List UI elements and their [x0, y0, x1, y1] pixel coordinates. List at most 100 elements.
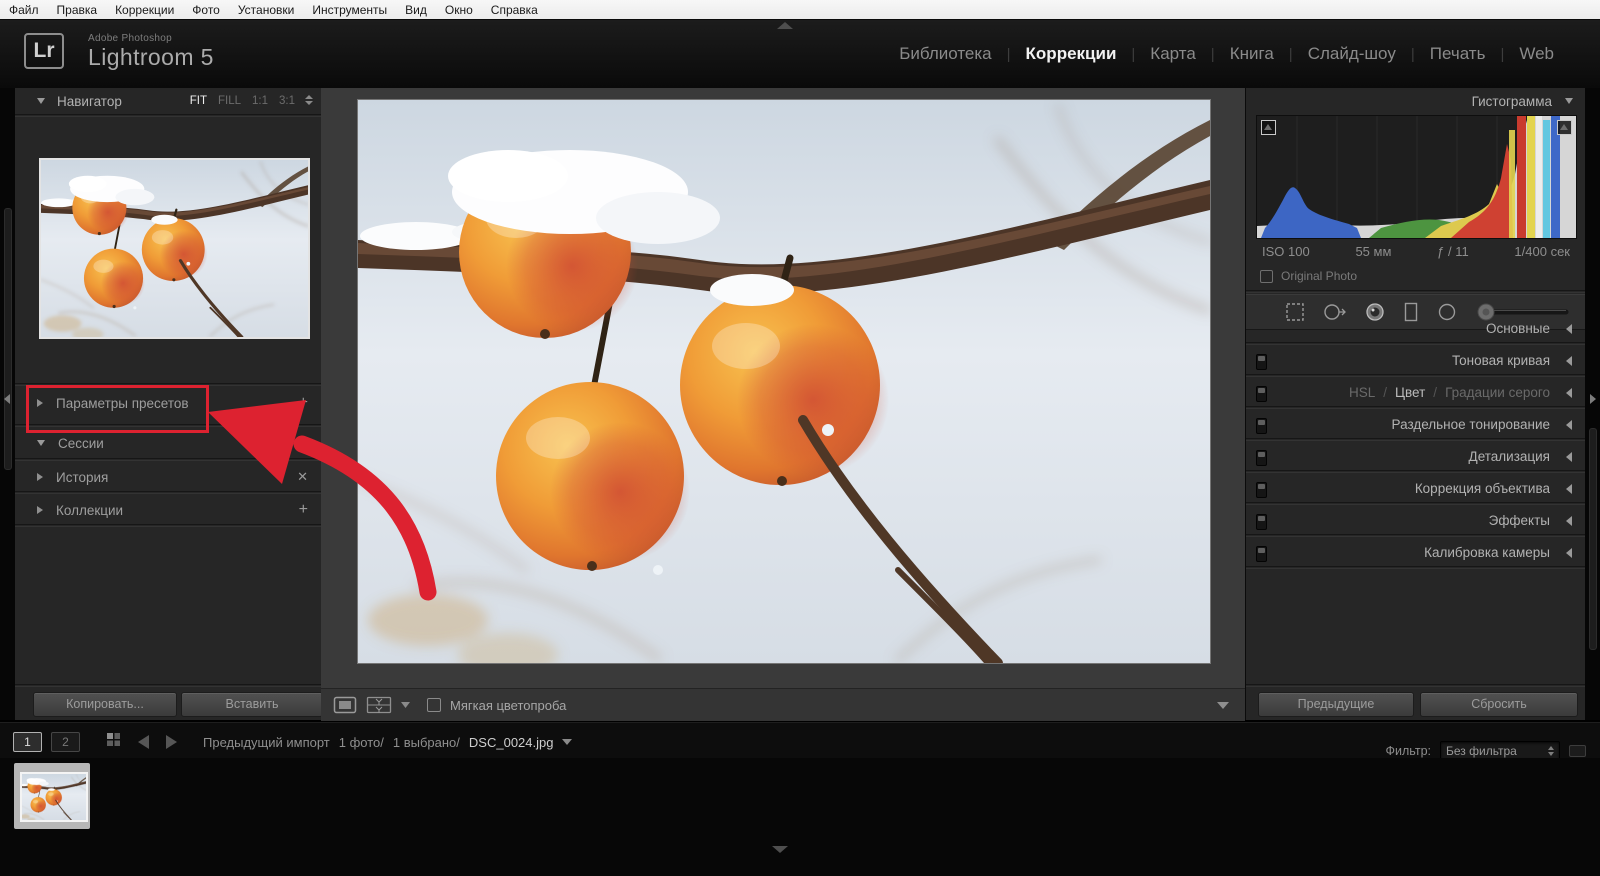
menu-tools[interactable]: Инструменты	[303, 3, 396, 17]
panel-section-snapshots[interactable]: Сессии +	[15, 429, 321, 457]
panel-section-detail[interactable]: Детализация	[1246, 443, 1586, 471]
module-separator: |	[1007, 46, 1011, 63]
top-panel-collapse-icon[interactable]	[777, 22, 793, 29]
source-dropdown-icon[interactable]	[562, 739, 572, 745]
panel-section-collections[interactable]: Коллекции +	[15, 496, 321, 524]
exif-info: ISO 100 55 мм ƒ / 11 1/400 сек	[1246, 244, 1586, 259]
zoom-mode-1-1[interactable]: 1:1	[252, 95, 268, 107]
zoom-mode-stepper-icon[interactable]	[305, 95, 313, 105]
section-label: Сессии	[58, 436, 104, 451]
bottom-panel-collapse-icon[interactable]	[772, 846, 788, 853]
color-tab[interactable]: Цвет	[1395, 379, 1425, 407]
panel-section-hsl[interactable]: HSL / Цвет / Градации серого	[1246, 379, 1586, 407]
original-photo-checkbox[interactable]	[1260, 270, 1273, 283]
panel-section-split-toning[interactable]: Раздельное тонирование	[1246, 411, 1586, 439]
main-area: Навигатор FIT FILL 1:1 3:1 Параметры пре…	[0, 88, 1600, 720]
panel-section-history[interactable]: История ✕	[15, 463, 321, 491]
photo-image	[358, 100, 1210, 663]
menu-file[interactable]: Файл	[0, 3, 48, 17]
panel-toggle-switch[interactable]	[1256, 354, 1267, 370]
module-develop[interactable]: Коррекции	[1026, 44, 1117, 64]
module-library[interactable]: Библиотека	[899, 44, 991, 64]
menu-window[interactable]: Окно	[436, 3, 482, 17]
panel-section-camera-calibration[interactable]: Калибровка камеры	[1246, 539, 1586, 567]
module-web[interactable]: Web	[1519, 44, 1554, 64]
menu-develop[interactable]: Коррекции	[106, 3, 183, 17]
source-label: Предыдущий импорт	[203, 735, 330, 750]
main-photo[interactable]	[358, 100, 1210, 663]
second-window-button[interactable]: 2	[51, 732, 80, 752]
lr-logo-icon: Lr	[24, 33, 64, 69]
add-preset-button[interactable]: +	[299, 394, 308, 412]
zoom-mode-3-1[interactable]: 3:1	[279, 95, 295, 107]
loupe-view-icon[interactable]	[333, 696, 357, 714]
copy-button[interactable]: Копировать...	[33, 692, 177, 717]
chevron-left-icon	[1566, 484, 1572, 494]
shutter-value: 1/400 сек	[1514, 244, 1570, 259]
module-separator: |	[1289, 46, 1293, 63]
left-scrollbar[interactable]	[4, 208, 12, 470]
filmstrip-thumbnail[interactable]	[14, 763, 90, 829]
menu-edit[interactable]: Правка	[48, 3, 107, 17]
annotation-highlight-box	[26, 385, 209, 433]
panel-toggle-switch[interactable]	[1256, 418, 1267, 434]
right-panel-collapse-strip[interactable]	[1585, 88, 1600, 720]
collapse-left-icon	[4, 394, 10, 404]
next-photo-icon[interactable]	[166, 735, 177, 749]
chevron-left-icon	[1566, 516, 1572, 526]
divider	[15, 524, 321, 527]
navigator-preview[interactable]	[39, 158, 310, 339]
menu-settings[interactable]: Установки	[229, 3, 303, 17]
add-snapshot-button[interactable]: +	[299, 434, 308, 452]
highlight-clipping-indicator[interactable]	[1557, 120, 1572, 135]
menu-view[interactable]: Вид	[396, 3, 436, 17]
panel-toggle-switch[interactable]	[1256, 450, 1267, 466]
panel-section-basic[interactable]: Основные	[1246, 315, 1586, 343]
module-book[interactable]: Книга	[1230, 44, 1274, 64]
chevron-left-icon	[1566, 548, 1572, 558]
content-area: Мягкая цветопроба	[321, 88, 1245, 720]
section-label: Калибровка камеры	[1424, 539, 1550, 567]
zoom-mode-fill[interactable]: FILL	[218, 95, 241, 107]
panel-toggle-switch[interactable]	[1256, 546, 1267, 562]
panel-section-effects[interactable]: Эффекты	[1246, 507, 1586, 535]
previous-photo-icon[interactable]	[138, 735, 149, 749]
shadow-clipping-indicator[interactable]	[1261, 120, 1276, 135]
filmstrip-breadcrumb[interactable]: Предыдущий импорт 1 фото/ 1 выбрано/ DSC…	[203, 735, 572, 750]
filmstrip-filter-toggle-icon[interactable]	[1569, 745, 1586, 757]
module-map[interactable]: Карта	[1150, 44, 1196, 64]
panel-toggle-switch[interactable]	[1256, 482, 1267, 498]
section-label: Коррекция объектива	[1415, 475, 1550, 503]
reset-button[interactable]: Сбросить	[1420, 692, 1578, 717]
before-after-view-icon[interactable]	[366, 696, 392, 714]
previous-button[interactable]: Предыдущие	[1258, 692, 1414, 717]
panel-toggle-switch[interactable]	[1256, 386, 1267, 402]
view-mode-dropdown-icon[interactable]	[401, 702, 410, 709]
module-print[interactable]: Печать	[1430, 44, 1486, 64]
left-panel-collapse-strip[interactable]	[0, 88, 15, 720]
panel-toggle-switch[interactable]	[1256, 514, 1267, 530]
main-window-button[interactable]: 1	[13, 732, 42, 752]
dropdown-stepper-icon	[1548, 746, 1554, 756]
lightroom-window: Файл Правка Коррекции Фото Установки Инс…	[0, 0, 1600, 876]
panel-section-lens-corrections[interactable]: Коррекция объектива	[1246, 475, 1586, 503]
histogram[interactable]	[1256, 115, 1577, 239]
navigator-header[interactable]: Навигатор FIT FILL 1:1 3:1	[15, 88, 321, 114]
toolbar-options-dropdown-icon[interactable]	[1217, 702, 1229, 709]
grid-view-icon[interactable]	[106, 732, 121, 752]
grayscale-tab[interactable]: Градации серого	[1445, 379, 1550, 407]
panel-section-tone-curve[interactable]: Тоновая кривая	[1246, 347, 1586, 375]
right-scrollbar[interactable]	[1589, 428, 1597, 650]
menu-help[interactable]: Справка	[482, 3, 547, 17]
clear-history-button[interactable]: ✕	[297, 469, 308, 485]
add-collection-button[interactable]: +	[299, 501, 308, 519]
chevron-down-icon	[37, 440, 45, 446]
module-slideshow[interactable]: Слайд-шоу	[1308, 44, 1396, 64]
histogram-header[interactable]: Гистограмма	[1246, 88, 1586, 114]
soft-proof-checkbox[interactable]	[427, 698, 441, 712]
paste-button[interactable]: Вставить	[181, 692, 323, 717]
hsl-tab[interactable]: HSL	[1349, 379, 1375, 407]
zoom-mode-fit[interactable]: FIT	[190, 95, 207, 107]
chevron-left-icon	[1566, 324, 1572, 334]
menu-photo[interactable]: Фото	[183, 3, 229, 17]
